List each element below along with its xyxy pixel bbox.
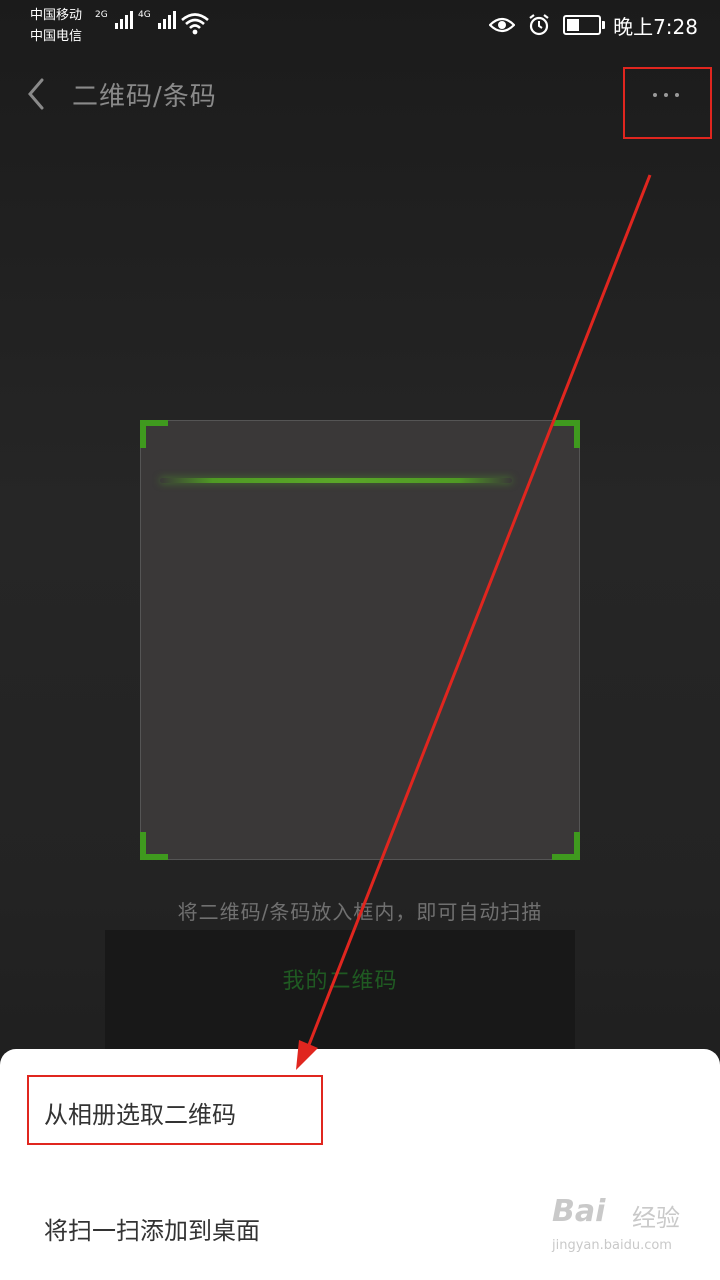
signal-group-2: 4G	[138, 10, 178, 29]
chevron-left-icon	[28, 78, 44, 110]
signal-icon	[157, 10, 178, 29]
baidu-jingyan-watermark: Bai 经验 jingyan.baidu.com	[552, 1192, 712, 1272]
add-to-desktop-label: 将扫一扫添加到桌面	[44, 1217, 260, 1245]
scan-line	[160, 478, 512, 483]
status-bar: 中国移动 中国电信 2G 4G 晚上7:28	[0, 0, 720, 52]
alarm-icon	[529, 14, 549, 36]
battery-icon	[563, 15, 606, 35]
frame-corner	[140, 420, 168, 448]
my-qr-code-link[interactable]: 我的二维码	[105, 963, 575, 995]
network-type-1: 2G	[95, 10, 108, 20]
scanner-screen: 中国移动 中国电信 2G 4G 晚上7:28 二维码/条码 将二维码/条码放入框…	[0, 0, 720, 1280]
frame-corner	[140, 832, 168, 860]
watermark-text: 经验	[632, 1204, 680, 1232]
carrier-2-label: 中国电信	[30, 29, 83, 44]
page-title: 二维码/条码	[72, 82, 217, 112]
watermark-url: jingyan.baidu.com	[552, 1238, 672, 1253]
signal-group-1: 2G	[95, 10, 135, 29]
eye-icon	[489, 17, 516, 33]
my-qr-panel: 我的二维码	[105, 930, 575, 1050]
pick-from-album-label: 从相册选取二维码	[44, 1101, 236, 1129]
carrier-1-label: 中国移动	[30, 8, 83, 23]
clock: 晚上7:28	[613, 14, 698, 39]
status-right: 晚上7:28	[489, 12, 698, 39]
network-type-2: 4G	[138, 10, 151, 20]
back-button[interactable]	[18, 74, 58, 114]
more-options-button[interactable]	[623, 67, 712, 139]
frame-corner	[552, 420, 580, 448]
pick-from-album-item[interactable]: 从相册选取二维码	[0, 1075, 720, 1145]
more-icon	[653, 93, 679, 97]
frame-corner	[552, 832, 580, 860]
scan-hint: 将二维码/条码放入框内，即可自动扫描	[177, 900, 543, 924]
top-bar: 二维码/条码	[0, 60, 720, 139]
carrier-1: 中国移动	[30, 4, 82, 23]
carrier-2: 中国电信	[30, 25, 82, 44]
wifi-icon	[181, 13, 209, 35]
signal-icon	[114, 10, 135, 29]
scan-frame	[140, 420, 580, 860]
baidu-logo: Bai	[552, 1194, 606, 1229]
